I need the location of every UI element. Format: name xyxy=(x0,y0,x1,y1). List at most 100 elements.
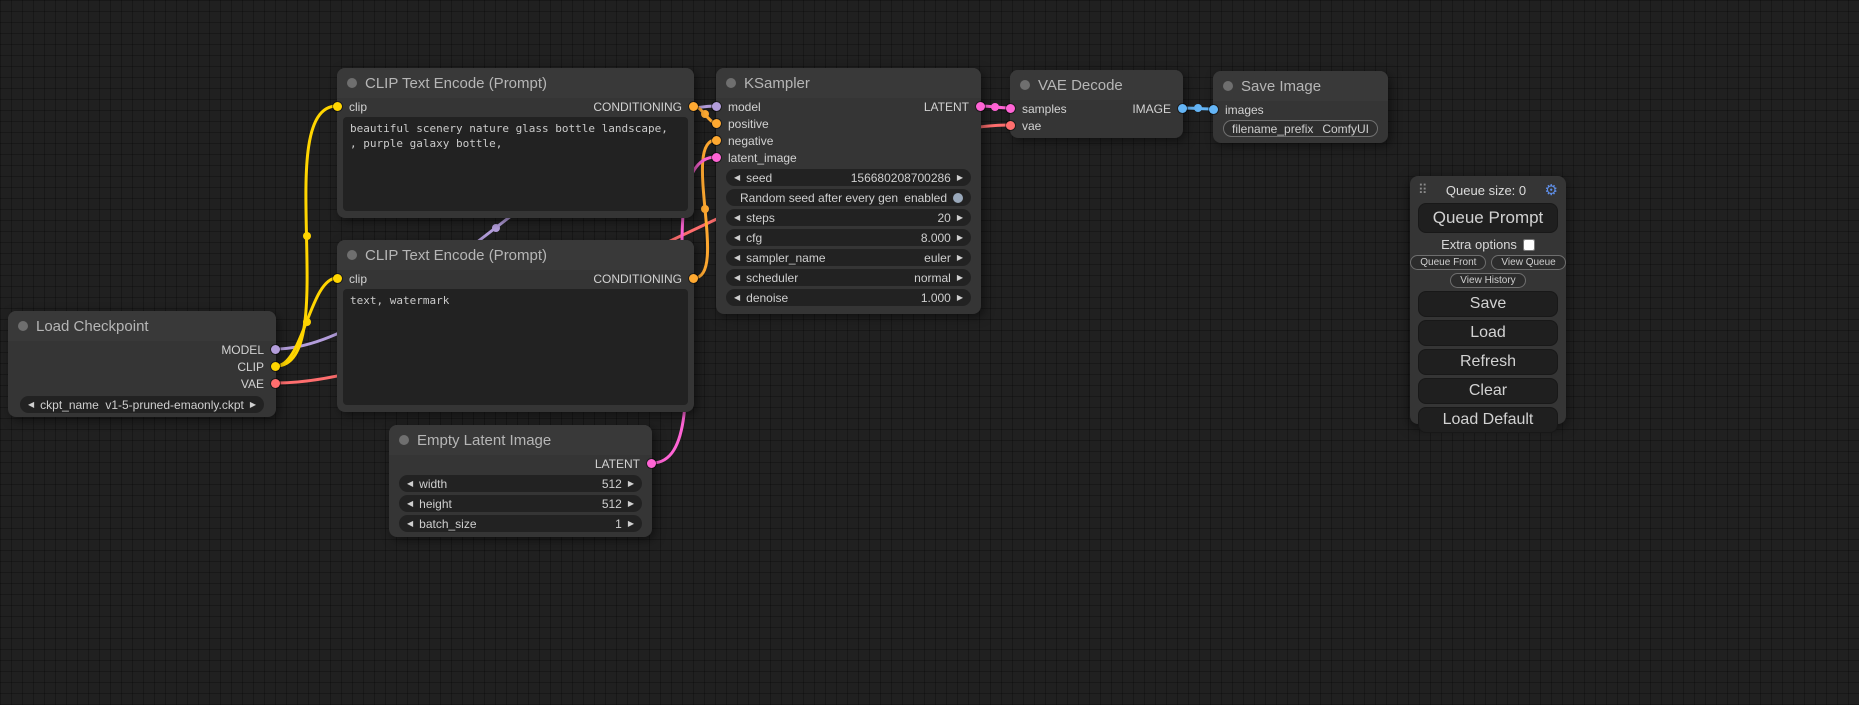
history-row: View History xyxy=(1410,273,1566,288)
left-arrow-icon[interactable]: ◀ xyxy=(734,274,740,282)
collapse-dot[interactable] xyxy=(1020,80,1030,90)
right-arrow-icon[interactable]: ▶ xyxy=(957,294,963,302)
clip-output-port[interactable] xyxy=(271,362,280,371)
scheduler-widget[interactable]: ◀ scheduler normal ▶ xyxy=(726,269,971,286)
left-arrow-icon[interactable]: ◀ xyxy=(734,214,740,222)
load-checkpoint-title-bar[interactable]: Load Checkpoint xyxy=(8,311,276,341)
widget-name: Random seed after every gen xyxy=(740,191,898,205)
load-default-button[interactable]: Load Default xyxy=(1418,407,1558,433)
right-arrow-icon[interactable]: ▶ xyxy=(957,214,963,222)
widget-name: denoise xyxy=(746,291,788,305)
right-arrow-icon[interactable]: ▶ xyxy=(957,274,963,282)
positive-prompt-text[interactable]: beautiful scenery nature glass bottle la… xyxy=(343,117,688,211)
queue-prompt-button[interactable]: Queue Prompt xyxy=(1418,203,1558,233)
collapse-dot[interactable] xyxy=(399,435,409,445)
node-ksampler[interactable]: KSampler model LATENT positive negative … xyxy=(716,68,981,314)
vae-input-label: vae xyxy=(1022,119,1041,133)
steps-widget[interactable]: ◀ steps 20 ▶ xyxy=(726,209,971,226)
toggle-knob-icon xyxy=(953,193,963,203)
slot-row: vae xyxy=(1010,117,1183,134)
load-button[interactable]: Load xyxy=(1418,320,1558,346)
clip-encode-positive-title-bar[interactable]: CLIP Text Encode (Prompt) xyxy=(337,68,694,98)
node-clip-text-encode-positive[interactable]: CLIP Text Encode (Prompt) clip CONDITION… xyxy=(337,68,694,218)
save-button[interactable]: Save xyxy=(1418,291,1558,317)
widget-name: sampler_name xyxy=(746,251,825,265)
right-arrow-icon[interactable]: ▶ xyxy=(628,520,634,528)
model-input-port[interactable] xyxy=(712,102,721,111)
save-image-title-bar[interactable]: Save Image xyxy=(1213,71,1388,101)
width-widget[interactable]: ◀ width 512 ▶ xyxy=(399,475,642,492)
vae-output-label: VAE xyxy=(241,377,264,391)
collapse-dot[interactable] xyxy=(726,78,736,88)
left-arrow-icon[interactable]: ◀ xyxy=(407,480,413,488)
conditioning-output-port[interactable] xyxy=(689,102,698,111)
samples-input-port[interactable] xyxy=(1006,104,1015,113)
negative-input-port[interactable] xyxy=(712,136,721,145)
graph-canvas[interactable]: Load Checkpoint MODEL CLIP VAE ◀ ckpt_na… xyxy=(0,0,1859,705)
clip-encode-negative-title-bar[interactable]: CLIP Text Encode (Prompt) xyxy=(337,240,694,270)
seed-widget[interactable]: ◀ seed 156680208700286 ▶ xyxy=(726,169,971,186)
empty-latent-title-bar[interactable]: Empty Latent Image xyxy=(389,425,652,455)
left-arrow-icon[interactable]: ◀ xyxy=(407,500,413,508)
collapse-dot[interactable] xyxy=(18,321,28,331)
right-arrow-icon[interactable]: ▶ xyxy=(957,234,963,242)
latent-output-port[interactable] xyxy=(976,102,985,111)
view-history-button[interactable]: View History xyxy=(1450,273,1525,288)
extra-options-checkbox[interactable] xyxy=(1523,239,1535,251)
left-arrow-icon[interactable]: ◀ xyxy=(734,294,740,302)
collapse-dot[interactable] xyxy=(347,78,357,88)
node-save-image[interactable]: Save Image images filename_prefix ComfyU… xyxy=(1213,71,1388,143)
latent-image-input-port[interactable] xyxy=(712,153,721,162)
positive-input-port[interactable] xyxy=(712,119,721,128)
node-title: Load Checkpoint xyxy=(36,318,149,335)
clip-input-label: clip xyxy=(349,272,367,286)
left-arrow-icon[interactable]: ◀ xyxy=(28,401,34,409)
vae-input-port[interactable] xyxy=(1006,121,1015,130)
batch-size-widget[interactable]: ◀ batch_size 1 ▶ xyxy=(399,515,642,532)
right-arrow-icon[interactable]: ▶ xyxy=(628,480,634,488)
ckpt-name-widget[interactable]: ◀ ckpt_name v1-5-pruned-emaonly.ckpt ▶ xyxy=(20,396,264,413)
left-arrow-icon[interactable]: ◀ xyxy=(407,520,413,528)
node-load-checkpoint[interactable]: Load Checkpoint MODEL CLIP VAE ◀ ckpt_na… xyxy=(8,311,276,417)
slot-row: images xyxy=(1213,101,1388,118)
ksampler-title-bar[interactable]: KSampler xyxy=(716,68,981,98)
vae-decode-title-bar[interactable]: VAE Decode xyxy=(1010,70,1183,100)
clip-input-port[interactable] xyxy=(333,102,342,111)
drag-handle-icon[interactable]: ⠿ xyxy=(1418,182,1428,198)
left-arrow-icon[interactable]: ◀ xyxy=(734,234,740,242)
left-arrow-icon[interactable]: ◀ xyxy=(734,174,740,182)
view-queue-button[interactable]: View Queue xyxy=(1491,255,1565,270)
negative-prompt-text[interactable]: text, watermark xyxy=(343,289,688,405)
right-arrow-icon[interactable]: ▶ xyxy=(628,500,634,508)
height-widget[interactable]: ◀ height 512 ▶ xyxy=(399,495,642,512)
wire-midpoint-dot xyxy=(492,224,500,232)
settings-gear-icon[interactable]: ⚙ xyxy=(1545,181,1558,199)
cfg-widget[interactable]: ◀ cfg 8.000 ▶ xyxy=(726,229,971,246)
images-input-port[interactable] xyxy=(1209,105,1218,114)
collapse-dot[interactable] xyxy=(1223,81,1233,91)
model-output-port[interactable] xyxy=(271,345,280,354)
collapse-dot[interactable] xyxy=(347,250,357,260)
left-arrow-icon[interactable]: ◀ xyxy=(734,254,740,262)
latent-output-port[interactable] xyxy=(647,459,656,468)
clip-input-port[interactable] xyxy=(333,274,342,283)
widget-value: 156680208700286 xyxy=(851,171,951,185)
node-vae-decode[interactable]: VAE Decode samples IMAGE vae xyxy=(1010,70,1183,138)
image-output-port[interactable] xyxy=(1178,104,1187,113)
random-seed-toggle-widget[interactable]: Random seed after every gen enabled xyxy=(726,189,971,206)
widget-name: cfg xyxy=(746,231,762,245)
vae-output-port[interactable] xyxy=(271,379,280,388)
sampler-name-widget[interactable]: ◀ sampler_name euler ▶ xyxy=(726,249,971,266)
right-arrow-icon[interactable]: ▶ xyxy=(250,401,256,409)
widget-name: seed xyxy=(746,171,772,185)
right-arrow-icon[interactable]: ▶ xyxy=(957,174,963,182)
clear-button[interactable]: Clear xyxy=(1418,378,1558,404)
conditioning-output-port[interactable] xyxy=(689,274,698,283)
node-clip-text-encode-negative[interactable]: CLIP Text Encode (Prompt) clip CONDITION… xyxy=(337,240,694,412)
denoise-widget[interactable]: ◀ denoise 1.000 ▶ xyxy=(726,289,971,306)
refresh-button[interactable]: Refresh xyxy=(1418,349,1558,375)
node-empty-latent-image[interactable]: Empty Latent Image LATENT ◀ width 512 ▶ … xyxy=(389,425,652,537)
right-arrow-icon[interactable]: ▶ xyxy=(957,254,963,262)
filename-prefix-widget[interactable]: filename_prefix ComfyUI xyxy=(1223,120,1378,137)
queue-front-button[interactable]: Queue Front xyxy=(1410,255,1486,270)
